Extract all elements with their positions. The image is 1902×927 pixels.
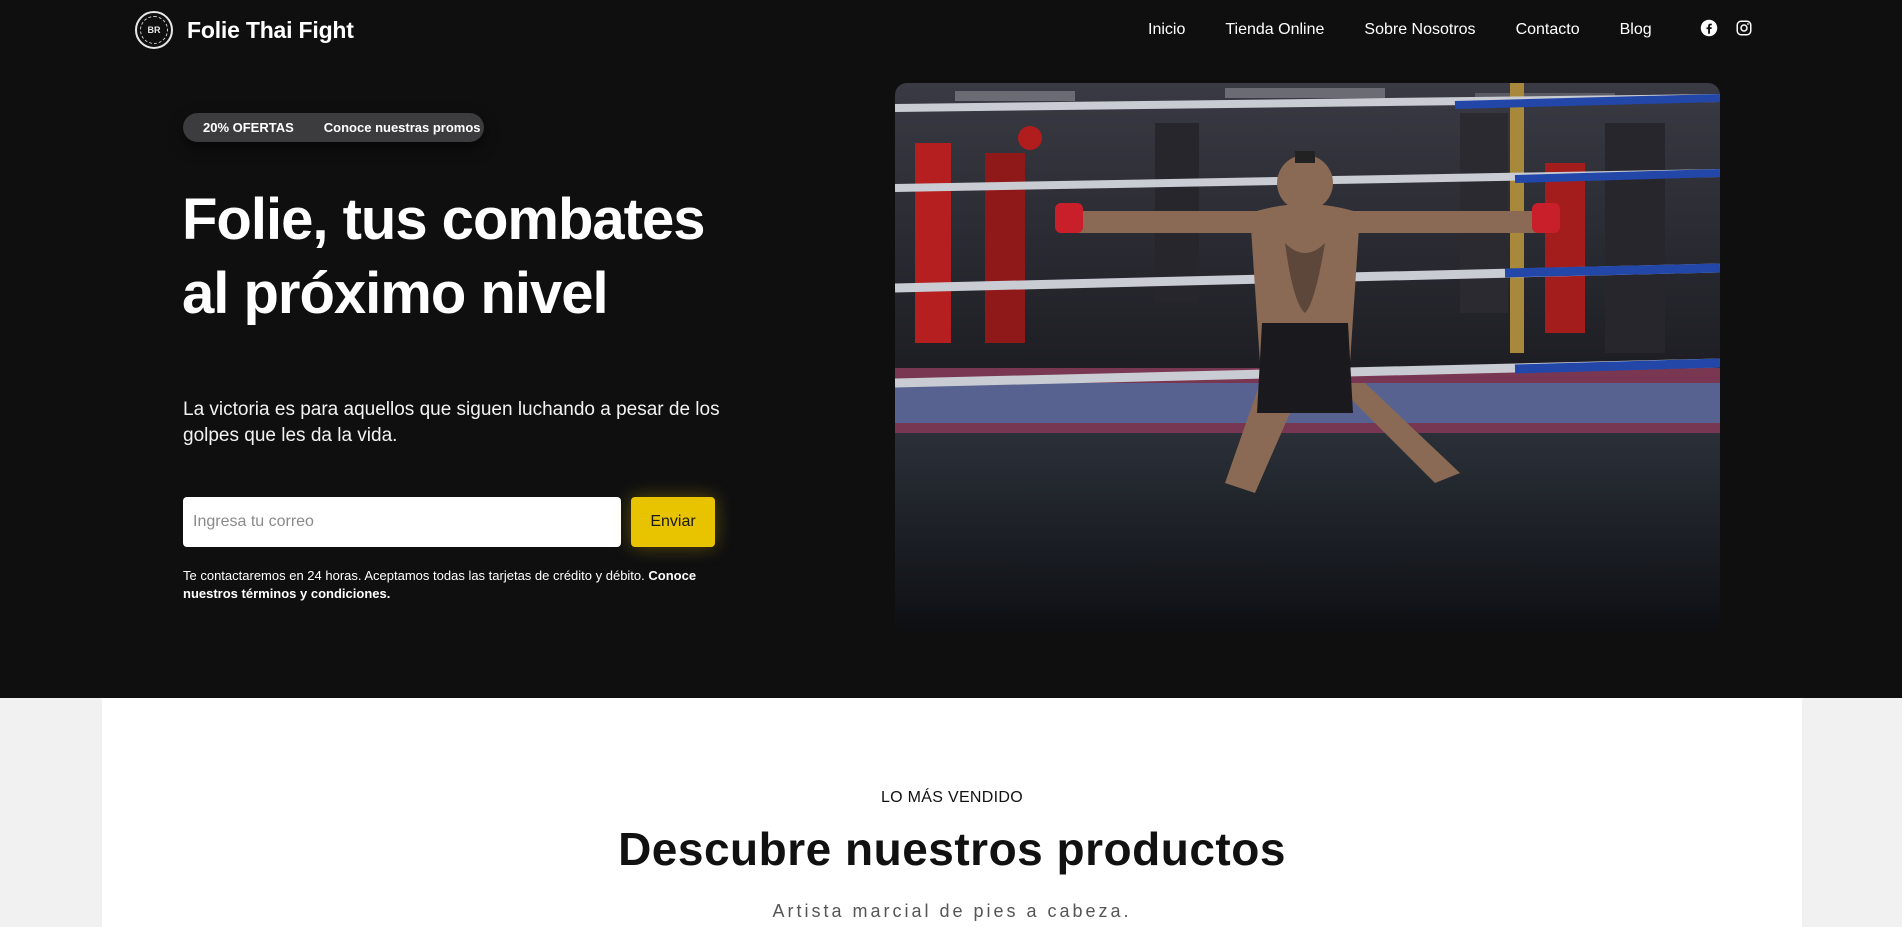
nav-link-blog[interactable]: Blog [1620, 21, 1652, 39]
nav-link-sobre-nosotros[interactable]: Sobre Nosotros [1364, 21, 1475, 39]
newsletter-form: Enviar [183, 497, 715, 547]
promo-tag: 20% OFERTAS [203, 120, 294, 135]
promo-pill[interactable]: 20% OFERTAS Conoce nuestras promos [183, 113, 484, 142]
section-eyebrow: LO MÁS VENDIDO [880, 789, 1023, 806]
section-subtitle: Artista marcial de pies a cabeza. [772, 901, 1132, 921]
logo-mark: BR [140, 16, 168, 44]
legal-notice: Te contactaremos en 24 horas. Aceptamos … [183, 567, 723, 603]
top-navigation: BR Folie Thai Fight Inicio Tienda Online… [0, 0, 1902, 62]
hero-headline-line-1: Folie, tus combates [182, 187, 705, 252]
hero-photo [895, 83, 1720, 632]
brand-name: Folie Thai Fight [187, 16, 354, 43]
hero-section: BR Folie Thai Fight Inicio Tienda Online… [0, 0, 1902, 698]
section-title: Descubre nuestros productos [618, 823, 1286, 875]
legal-text: Te contactaremos en 24 horas. Aceptamos … [183, 568, 649, 583]
main-menu: Inicio Tienda Online Sobre Nosotros Cont… [1148, 21, 1692, 39]
promo-link[interactable]: Conoce nuestras promos [324, 120, 481, 135]
nav-link-inicio[interactable]: Inicio [1148, 21, 1185, 39]
instagram-icon[interactable] [1735, 19, 1753, 37]
logo: BR [135, 11, 173, 49]
hero-headline: Folie, tus combates al próximo nivel [182, 183, 782, 331]
send-button[interactable]: Enviar [631, 497, 715, 547]
social-links [1700, 19, 1770, 37]
brand[interactable]: BR Folie Thai Fight [135, 11, 354, 49]
nav-link-contacto[interactable]: Contacto [1516, 21, 1580, 39]
fighter-photo-illustration [895, 83, 1720, 632]
email-input[interactable] [183, 497, 621, 547]
products-section: LO MÁS VENDIDO Descubre nuestros product… [102, 698, 1802, 927]
hero-headline-line-2: al próximo nivel [182, 261, 609, 326]
nav-link-tienda-online[interactable]: Tienda Online [1225, 21, 1324, 39]
facebook-icon[interactable] [1700, 19, 1718, 37]
hero-subtext: La victoria es para aquellos que siguen … [183, 399, 720, 446]
